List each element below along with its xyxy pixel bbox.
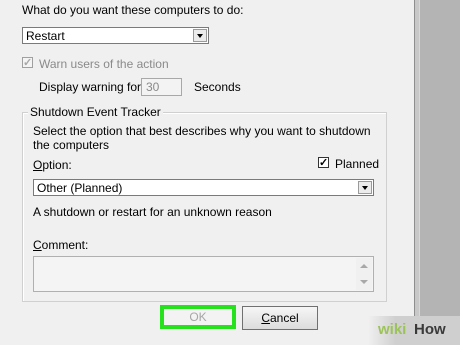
planned-label: Planned: [335, 157, 380, 171]
chevron-down-icon[interactable]: [358, 181, 372, 194]
ok-button[interactable]: OK: [160, 305, 236, 329]
comment-label: Comment:: [33, 238, 89, 252]
scroll-down-icon[interactable]: [360, 280, 368, 284]
option-select[interactable]: Other (Planned): [33, 179, 374, 196]
comment-scrollbar[interactable]: [356, 258, 372, 290]
comment-textarea[interactable]: [33, 256, 374, 292]
action-select-value: Restart: [26, 29, 65, 43]
reason-description: A shutdown or restart for an unknown rea…: [33, 205, 272, 219]
wikihow-watermark: wiki How: [368, 316, 460, 345]
display-warning-input[interactable]: 30: [141, 78, 182, 96]
action-select[interactable]: Restart: [22, 27, 209, 44]
warn-users-label: Warn users of the action: [39, 57, 169, 71]
action-prompt-label: What do you want these computers to do:: [22, 3, 244, 17]
tracker-description: Select the option that best describes wh…: [33, 124, 371, 152]
scroll-up-icon[interactable]: [360, 264, 368, 268]
option-select-value: Other (Planned): [37, 181, 123, 195]
chevron-down-icon[interactable]: [193, 29, 207, 42]
tracker-group-title: Shutdown Event Tracker: [28, 105, 163, 119]
cancel-button[interactable]: Cancel: [242, 306, 318, 330]
option-label: Option:: [33, 158, 72, 172]
planned-checkbox[interactable]: ✓: [318, 157, 329, 169]
display-warning-unit: Seconds: [194, 80, 241, 94]
warn-users-checkbox[interactable]: ✓: [22, 57, 33, 69]
background-window-edge: [414, 0, 460, 345]
display-warning-label: Display warning for: [39, 80, 142, 94]
